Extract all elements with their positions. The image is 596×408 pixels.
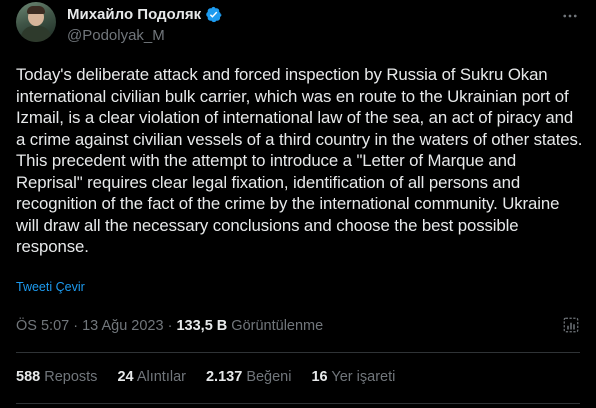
likes-count: 2.137 [205,369,243,385]
avatar-body [21,26,51,42]
tweet-date[interactable]: 13 Ağu 2023 [82,318,163,334]
translate-link[interactable]: Tweeti Çevir [16,280,85,294]
meta-separator: · [73,318,79,334]
tweet-article: Михайло Подоляк @Podolyak_M Today's deli… [0,0,596,408]
user-handle[interactable]: @Podolyak_M [67,27,165,44]
likes-label: Beğeni [246,369,292,385]
analytics-icon[interactable] [562,316,580,334]
reposts-stat[interactable]: 588 Reposts [16,369,97,385]
bookmarks-label: Yer işareti [331,369,396,385]
avatar[interactable] [16,2,56,42]
bookmarks-stat[interactable]: 16 Yer işareti [311,369,395,385]
views-label: Görüntülenme [231,318,324,334]
reposts-label: Reposts [44,369,98,385]
divider-bottom [16,403,580,404]
views-count: 133,5 B [176,318,228,334]
bookmarks-count: 16 [311,369,328,385]
tweet-text: Today's deliberate attack and forced ins… [16,65,583,256]
quotes-stat[interactable]: 24 Alıntılar [117,369,186,385]
quotes-label: Alıntılar [136,369,186,385]
tweet-meta: ÖS 5:07 · 13 Ağu 2023 · 133,5 B Görüntül… [16,318,323,334]
meta-separator-2: · [167,318,173,334]
avatar-hair [27,6,45,14]
quotes-count: 24 [117,369,134,385]
display-name[interactable]: Михайло Подоляк [67,6,201,23]
likes-stat[interactable]: 2.137 Beğeni [206,369,291,385]
engagement-stats: 588 Reposts 24 Alıntılar 2.137 Beğeni 16… [16,369,395,385]
more-icon[interactable] [558,6,582,26]
name-row: Михайло Подоляк [67,6,222,23]
reposts-count: 588 [16,369,41,385]
divider-top [16,352,580,353]
tweet-time[interactable]: ÖS 5:07 [16,318,69,334]
verified-badge-icon [206,6,222,23]
more-dots-icon [563,14,577,18]
